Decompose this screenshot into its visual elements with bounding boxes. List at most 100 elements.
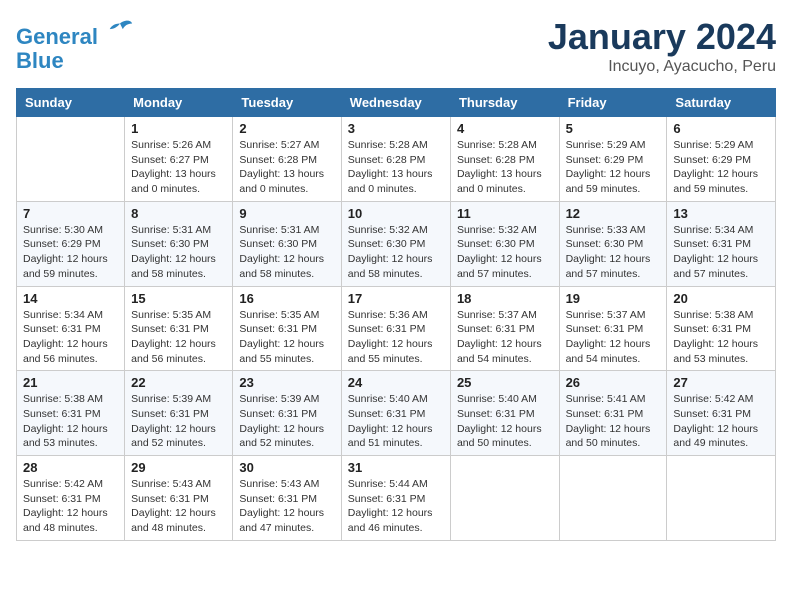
day-info: Sunrise: 5:28 AMSunset: 6:28 PMDaylight:… [457,138,553,197]
day-number: 29 [131,460,226,475]
calendar-day-cell: 20Sunrise: 5:38 AMSunset: 6:31 PMDayligh… [667,286,776,371]
subtitle: Incuyo, Ayacucho, Peru [548,58,776,76]
day-info: Sunrise: 5:31 AMSunset: 6:30 PMDaylight:… [131,223,226,282]
calendar-day-cell: 4 Sunrise: 5:28 AMSunset: 6:28 PMDaylight… [450,117,559,202]
calendar-day-cell: 18Sunrise: 5:37 AMSunset: 6:31 PMDayligh… [450,286,559,371]
calendar-day-cell: 26 Sunrise: 5:41 AMSunset: 6:31 PMDayligh… [559,371,667,456]
calendar-empty-cell [559,456,667,541]
calendar-weekday-sunday: Sunday [17,89,125,117]
day-number: 13 [673,206,769,221]
day-number: 5 [566,121,661,136]
calendar-week-row: 14 Sunrise: 5:34 AMSunset: 6:31 PMDayligh… [17,286,776,371]
day-info: Sunrise: 5:42 AMSunset: 6:31 PMDaylight:… [673,392,769,451]
day-number: 28 [23,460,118,475]
calendar-day-cell: 16 Sunrise: 5:35 AMSunset: 6:31 PMDayligh… [233,286,341,371]
calendar-table: SundayMondayTuesdayWednesdayThursdayFrid… [16,88,776,541]
day-number: 14 [23,291,118,306]
day-info: Sunrise: 5:40 AMSunset: 6:31 PMDaylight:… [348,392,444,451]
logo-text: General [16,16,134,49]
day-info: Sunrise: 5:31 AMSunset: 6:30 PMDaylight:… [239,223,334,282]
header: General Blue January 2024 Incuyo, Ayacuc… [16,16,776,76]
day-number: 23 [239,375,334,390]
calendar-day-cell: 2Sunrise: 5:27 AMSunset: 6:28 PMDaylight… [233,117,341,202]
calendar-day-cell: 24 Sunrise: 5:40 AMSunset: 6:31 PMDayligh… [341,371,450,456]
day-number: 4 [457,121,553,136]
day-info: Sunrise: 5:26 AMSunset: 6:27 PMDaylight:… [131,138,226,197]
calendar-week-row: 7Sunrise: 5:30 AMSunset: 6:29 PMDaylight… [17,201,776,286]
day-info: Sunrise: 5:39 AMSunset: 6:31 PMDaylight:… [131,392,226,451]
calendar-week-row: 28 Sunrise: 5:42 AMSunset: 6:31 PMDayligh… [17,456,776,541]
calendar-day-cell: 17Sunrise: 5:36 AMSunset: 6:31 PMDayligh… [341,286,450,371]
day-number: 8 [131,206,226,221]
day-number: 18 [457,291,553,306]
logo-general: General [16,24,98,49]
calendar-day-cell: 12Sunrise: 5:33 AMSunset: 6:30 PMDayligh… [559,201,667,286]
calendar-header-row: SundayMondayTuesdayWednesdayThursdayFrid… [17,89,776,117]
calendar-day-cell: 30 Sunrise: 5:43 AMSunset: 6:31 PMDayligh… [233,456,341,541]
logo-bird-icon [106,16,134,44]
day-info: Sunrise: 5:37 AMSunset: 6:31 PMDaylight:… [566,308,661,367]
day-info: Sunrise: 5:35 AMSunset: 6:31 PMDaylight:… [131,308,226,367]
calendar-day-cell: 5 Sunrise: 5:29 AMSunset: 6:29 PMDaylight… [559,117,667,202]
calendar-day-cell: 25 Sunrise: 5:40 AMSunset: 6:31 PMDayligh… [450,371,559,456]
day-info: Sunrise: 5:35 AMSunset: 6:31 PMDaylight:… [239,308,334,367]
day-info: Sunrise: 5:38 AMSunset: 6:31 PMDaylight:… [673,308,769,367]
day-number: 11 [457,206,553,221]
title-block: January 2024 Incuyo, Ayacucho, Peru [548,16,776,76]
day-info: Sunrise: 5:44 AMSunset: 6:31 PMDaylight:… [348,477,444,536]
calendar-weekday-friday: Friday [559,89,667,117]
calendar-day-cell: 8 Sunrise: 5:31 AMSunset: 6:30 PMDaylight… [125,201,233,286]
calendar-day-cell: 3 Sunrise: 5:28 AMSunset: 6:28 PMDaylight… [341,117,450,202]
day-info: Sunrise: 5:29 AMSunset: 6:29 PMDaylight:… [566,138,661,197]
calendar-day-cell: 22 Sunrise: 5:39 AMSunset: 6:31 PMDayligh… [125,371,233,456]
calendar-day-cell: 14 Sunrise: 5:34 AMSunset: 6:31 PMDayligh… [17,286,125,371]
calendar-day-cell: 10Sunrise: 5:32 AMSunset: 6:30 PMDayligh… [341,201,450,286]
calendar-week-row: 21Sunrise: 5:38 AMSunset: 6:31 PMDayligh… [17,371,776,456]
day-number: 27 [673,375,769,390]
day-info: Sunrise: 5:40 AMSunset: 6:31 PMDaylight:… [457,392,553,451]
calendar-day-cell: 1Sunrise: 5:26 AMSunset: 6:27 PMDaylight… [125,117,233,202]
day-number: 7 [23,206,118,221]
calendar-day-cell: 9 Sunrise: 5:31 AMSunset: 6:30 PMDaylight… [233,201,341,286]
calendar-day-cell: 21Sunrise: 5:38 AMSunset: 6:31 PMDayligh… [17,371,125,456]
logo-blue: Blue [16,49,134,73]
day-info: Sunrise: 5:41 AMSunset: 6:31 PMDaylight:… [566,392,661,451]
day-number: 31 [348,460,444,475]
day-info: Sunrise: 5:34 AMSunset: 6:31 PMDaylight:… [23,308,118,367]
calendar-empty-cell [667,456,776,541]
day-number: 22 [131,375,226,390]
calendar-day-cell: 11 Sunrise: 5:32 AMSunset: 6:30 PMDayligh… [450,201,559,286]
calendar-empty-cell [17,117,125,202]
day-number: 9 [239,206,334,221]
day-info: Sunrise: 5:36 AMSunset: 6:31 PMDaylight:… [348,308,444,367]
day-info: Sunrise: 5:32 AMSunset: 6:30 PMDaylight:… [457,223,553,282]
day-info: Sunrise: 5:29 AMSunset: 6:29 PMDaylight:… [673,138,769,197]
calendar-day-cell: 13 Sunrise: 5:34 AMSunset: 6:31 PMDayligh… [667,201,776,286]
day-info: Sunrise: 5:38 AMSunset: 6:31 PMDaylight:… [23,392,118,451]
calendar-week-row: 1Sunrise: 5:26 AMSunset: 6:27 PMDaylight… [17,117,776,202]
day-number: 16 [239,291,334,306]
day-number: 30 [239,460,334,475]
day-number: 26 [566,375,661,390]
calendar-day-cell: 27 Sunrise: 5:42 AMSunset: 6:31 PMDayligh… [667,371,776,456]
day-number: 12 [566,206,661,221]
calendar-weekday-tuesday: Tuesday [233,89,341,117]
day-info: Sunrise: 5:28 AMSunset: 6:28 PMDaylight:… [348,138,444,197]
day-info: Sunrise: 5:34 AMSunset: 6:31 PMDaylight:… [673,223,769,282]
day-info: Sunrise: 5:32 AMSunset: 6:30 PMDaylight:… [348,223,444,282]
calendar-day-cell: 28 Sunrise: 5:42 AMSunset: 6:31 PMDayligh… [17,456,125,541]
logo: General Blue [16,16,134,73]
day-number: 3 [348,121,444,136]
day-number: 25 [457,375,553,390]
day-info: Sunrise: 5:42 AMSunset: 6:31 PMDaylight:… [23,477,118,536]
day-number: 19 [566,291,661,306]
calendar-weekday-saturday: Saturday [667,89,776,117]
calendar-day-cell: 7Sunrise: 5:30 AMSunset: 6:29 PMDaylight… [17,201,125,286]
calendar-empty-cell [450,456,559,541]
calendar-weekday-monday: Monday [125,89,233,117]
day-number: 2 [239,121,334,136]
day-info: Sunrise: 5:43 AMSunset: 6:31 PMDaylight:… [239,477,334,536]
calendar-weekday-wednesday: Wednesday [341,89,450,117]
calendar-weekday-thursday: Thursday [450,89,559,117]
day-number: 24 [348,375,444,390]
